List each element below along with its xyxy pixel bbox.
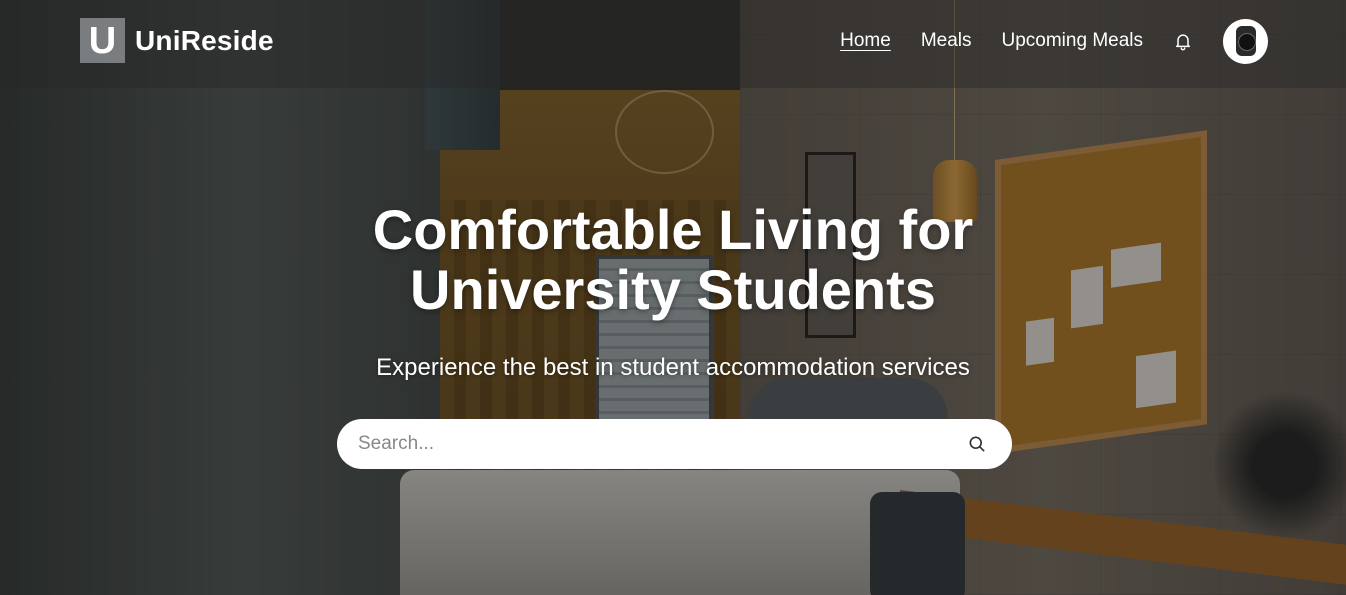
nav-link-upcoming-meals[interactable]: Upcoming Meals bbox=[1002, 30, 1144, 52]
watch-icon bbox=[1235, 26, 1256, 56]
logo-mark: U bbox=[80, 18, 125, 63]
nav-link-meals[interactable]: Meals bbox=[921, 30, 972, 52]
avatar[interactable] bbox=[1223, 18, 1268, 64]
search-bar bbox=[337, 419, 1012, 469]
main-nav: Home Meals Upcoming Meals bbox=[810, 18, 1268, 64]
hero-subtitle: Experience the best in student accommoda… bbox=[376, 354, 970, 381]
brand[interactable]: U UniReside bbox=[80, 18, 274, 63]
bell-icon[interactable] bbox=[1173, 31, 1193, 51]
search-icon[interactable] bbox=[967, 434, 987, 454]
search-input[interactable] bbox=[337, 432, 967, 456]
hero-content: Comfortable Living for University Studen… bbox=[0, 200, 1346, 382]
hero-title: Comfortable Living for University Studen… bbox=[372, 198, 974, 321]
nav-link-home[interactable]: Home bbox=[840, 30, 891, 52]
navbar: U UniReside Home Meals Upcoming Meals bbox=[0, 0, 1346, 88]
brand-name: UniReside bbox=[135, 24, 274, 56]
